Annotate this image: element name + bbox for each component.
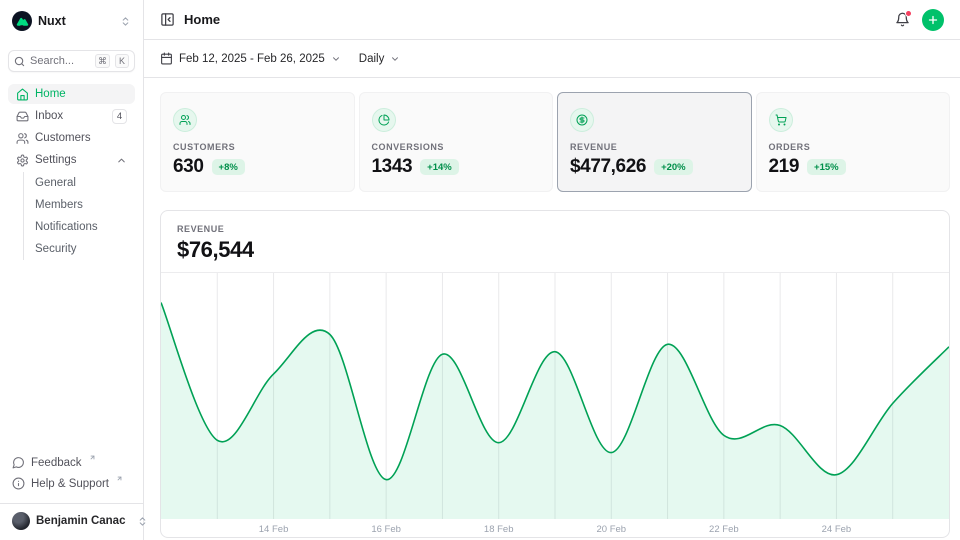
settings-subtree: General Members Notifications Security: [23, 172, 135, 260]
page-header: Home: [144, 0, 960, 40]
x-axis: 14 Feb 16 Feb 18 Feb 20 Feb 22 Feb 24 Feb: [161, 519, 949, 538]
help-support-link[interactable]: Help & Support: [8, 475, 135, 496]
main-content: CUSTOMERS 630 +8% CONVERSIONS 1343 +14% …: [144, 78, 960, 540]
sidebar-item-general[interactable]: General: [35, 172, 135, 194]
chevron-up-icon: [116, 155, 127, 166]
team-name: Nuxt: [38, 14, 66, 28]
stat-delta-badge: +20%: [654, 159, 693, 175]
sidebar-item-security[interactable]: Security: [35, 238, 135, 260]
stat-value: 1343: [372, 156, 413, 178]
stat-card-revenue[interactable]: REVENUE $477,626 +20%: [557, 92, 752, 192]
user-name: Benjamin Canac: [36, 515, 125, 527]
cart-icon: [769, 108, 793, 132]
granularity-label: Daily: [359, 53, 385, 65]
stat-label: CUSTOMERS: [173, 142, 342, 152]
gear-icon: [16, 154, 29, 167]
chevron-down-icon: [331, 54, 341, 64]
stat-label: ORDERS: [769, 142, 938, 152]
kbd-cmd: ⌘: [95, 54, 110, 68]
kbd-k: K: [115, 54, 129, 68]
info-circle-icon: [12, 477, 25, 490]
sidebar: Nuxt Search... ⌘ K Home Inbox 4: [0, 0, 144, 540]
search-input[interactable]: Search... ⌘ K: [8, 50, 135, 72]
x-axis-label: 18 Feb: [484, 524, 514, 535]
granularity-select[interactable]: Daily: [359, 53, 401, 65]
help-support-label: Help & Support: [31, 477, 109, 491]
inbox-count-badge: 4: [112, 109, 127, 124]
inbox-icon: [16, 110, 29, 123]
chart-current-value: $76,544: [177, 237, 933, 263]
nuxt-logo-icon: [12, 11, 32, 31]
sidebar-item-customers[interactable]: Customers: [8, 128, 135, 148]
feedback-label: Feedback: [31, 456, 82, 470]
stat-delta-badge: +15%: [807, 159, 846, 175]
x-axis-label: 16 Feb: [371, 524, 401, 535]
team-switcher[interactable]: Nuxt: [8, 8, 135, 34]
stat-value: 219: [769, 156, 800, 178]
users-icon: [16, 132, 29, 145]
stats-row: CUSTOMERS 630 +8% CONVERSIONS 1343 +14% …: [160, 92, 950, 192]
x-axis-label: 22 Feb: [709, 524, 739, 535]
sidebar-nav: Home Inbox 4 Customers Settings Genera: [8, 84, 135, 260]
stat-card-customers[interactable]: CUSTOMERS 630 +8%: [160, 92, 355, 192]
chevrons-up-down-icon: [120, 16, 131, 27]
sidebar-item-label: Customers: [35, 132, 91, 144]
users-icon: [173, 108, 197, 132]
x-axis-label: 24 Feb: [822, 524, 852, 535]
add-button[interactable]: [922, 9, 944, 31]
revenue-area-chart[interactable]: [161, 272, 949, 519]
page-title: Home: [184, 12, 220, 27]
sidebar-item-home[interactable]: Home: [8, 84, 135, 104]
chart-title: REVENUE: [177, 224, 933, 234]
stat-label: REVENUE: [570, 142, 739, 152]
external-link-icon: [89, 454, 96, 461]
x-axis-label: 20 Feb: [596, 524, 626, 535]
feedback-link[interactable]: Feedback: [8, 454, 135, 475]
chart-svg: [161, 273, 949, 519]
sidebar-item-label: Settings: [35, 154, 77, 166]
date-range-label: Feb 12, 2025 - Feb 26, 2025: [179, 53, 325, 65]
calendar-icon: [160, 52, 173, 65]
pie-chart-icon: [372, 108, 396, 132]
dollar-circle-icon: [570, 108, 594, 132]
chevron-down-icon: [390, 54, 400, 64]
panel-collapse-icon[interactable]: [160, 12, 175, 27]
stat-value: 630: [173, 156, 204, 178]
sidebar-item-notifications[interactable]: Notifications: [35, 216, 135, 238]
user-menu[interactable]: Benjamin Canac: [8, 504, 135, 532]
x-axis-label: 14 Feb: [259, 524, 289, 535]
search-icon: [14, 56, 25, 67]
notification-dot: [905, 10, 912, 17]
stat-delta-badge: +14%: [420, 159, 459, 175]
stat-delta-badge: +8%: [212, 159, 245, 175]
stat-value: $477,626: [570, 156, 646, 178]
revenue-chart-card: REVENUE $76,544 14 Feb 16 Feb 18 Feb 20 Feb…: [160, 210, 950, 538]
stat-label: CONVERSIONS: [372, 142, 541, 152]
search-placeholder: Search...: [30, 55, 90, 67]
sidebar-item-label: Home: [35, 88, 66, 100]
sidebar-item-label: Inbox: [35, 110, 63, 122]
stat-card-conversions[interactable]: CONVERSIONS 1343 +14%: [359, 92, 554, 192]
filters-toolbar: Feb 12, 2025 - Feb 26, 2025 Daily: [144, 40, 960, 78]
stat-card-orders[interactable]: ORDERS 219 +15%: [756, 92, 951, 192]
sidebar-item-inbox[interactable]: Inbox 4: [8, 106, 135, 126]
external-link-icon: [116, 475, 123, 482]
message-bubble-icon: [12, 456, 25, 469]
avatar: [12, 512, 30, 530]
notifications-bell-icon[interactable]: [895, 12, 910, 27]
home-icon: [16, 88, 29, 101]
date-range-picker[interactable]: Feb 12, 2025 - Feb 26, 2025: [160, 52, 341, 65]
sidebar-item-members[interactable]: Members: [35, 194, 135, 216]
sidebar-item-settings[interactable]: Settings: [8, 150, 135, 170]
